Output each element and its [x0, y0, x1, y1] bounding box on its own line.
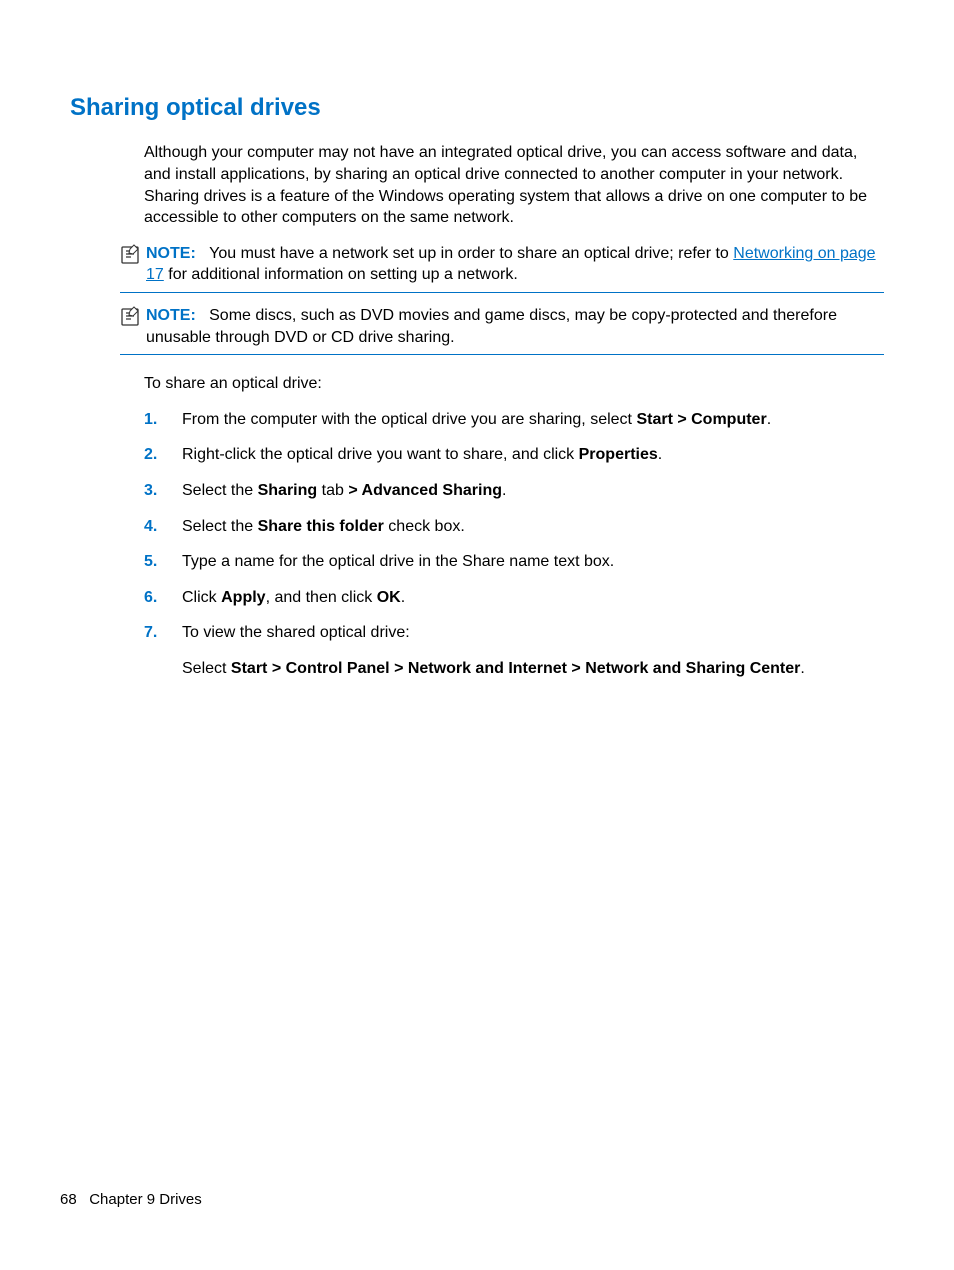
step-number: 5.: [144, 551, 182, 573]
page-footer: 68 Chapter 9 Drives: [60, 1190, 202, 1210]
note-text-2: NOTE: Some discs, such as DVD movies and…: [146, 305, 884, 348]
step-number: 1.: [144, 409, 182, 431]
step-text: Right-click the optical drive you want t…: [182, 446, 579, 463]
step-number: 4.: [144, 516, 182, 538]
step-bold: Properties: [579, 446, 658, 463]
intro-paragraph: Although your computer may not have an i…: [144, 142, 884, 228]
step-text: Select: [182, 660, 231, 677]
step-bold: Apply: [221, 589, 265, 606]
step-3: 3. Select the Sharing tab > Advanced Sha…: [144, 480, 884, 502]
step-text: tab: [317, 482, 348, 499]
note-icon: [120, 306, 144, 335]
section-heading: Sharing optical drives: [70, 92, 884, 124]
step-text: , and then click: [266, 589, 377, 606]
step-bold: Start > Control Panel > Network and Inte…: [231, 660, 800, 677]
note-label: NOTE:: [146, 307, 196, 324]
chapter-label: Chapter 9 Drives: [89, 1191, 202, 1208]
step-text: To view the shared optical drive:: [182, 624, 410, 641]
step-6: 6. Click Apply, and then click OK.: [144, 587, 884, 609]
step-1: 1. From the computer with the optical dr…: [144, 409, 884, 431]
note-text-1: NOTE: You must have a network set up in …: [146, 243, 884, 286]
note-block-1: NOTE: You must have a network set up in …: [120, 243, 884, 293]
note1-pre: You must have a network set up in order …: [209, 245, 733, 262]
step-bold: Share this folder: [258, 518, 384, 535]
step-bold: Sharing: [258, 482, 318, 499]
step-bold: > Advanced Sharing: [348, 482, 502, 499]
step-number: 3.: [144, 480, 182, 502]
steps-list: 1. From the computer with the optical dr…: [144, 409, 884, 680]
note-block-2: NOTE: Some discs, such as DVD movies and…: [120, 305, 884, 355]
step-7: 7. To view the shared optical drive: Sel…: [144, 622, 884, 679]
step-text: .: [767, 411, 771, 428]
note-label: NOTE:: [146, 245, 196, 262]
step-5: 5. Type a name for the optical drive in …: [144, 551, 884, 573]
step-bold: Start > Computer: [636, 411, 766, 428]
step-number: 7.: [144, 622, 182, 679]
step-bold: OK: [377, 589, 401, 606]
step-number: 2.: [144, 444, 182, 466]
step-text: Type a name for the optical drive in the…: [182, 551, 884, 573]
step-text: .: [800, 660, 804, 677]
step-number: 6.: [144, 587, 182, 609]
step-text: .: [658, 446, 662, 463]
step-text: Select the: [182, 482, 258, 499]
lead-in: To share an optical drive:: [144, 373, 884, 395]
step-text: Click: [182, 589, 221, 606]
step-text: .: [502, 482, 506, 499]
step-4: 4. Select the Share this folder check bo…: [144, 516, 884, 538]
note-icon: [120, 244, 144, 273]
step-text: From the computer with the optical drive…: [182, 411, 636, 428]
note2-body: Some discs, such as DVD movies and game …: [146, 307, 837, 346]
step-subpara: Select Start > Control Panel > Network a…: [182, 658, 884, 680]
step-2: 2. Right-click the optical drive you wan…: [144, 444, 884, 466]
step-text: .: [401, 589, 405, 606]
note1-post: for additional information on setting up…: [164, 266, 518, 283]
step-text: Select the: [182, 518, 258, 535]
page-number: 68: [60, 1191, 77, 1208]
step-text: check box.: [384, 518, 465, 535]
